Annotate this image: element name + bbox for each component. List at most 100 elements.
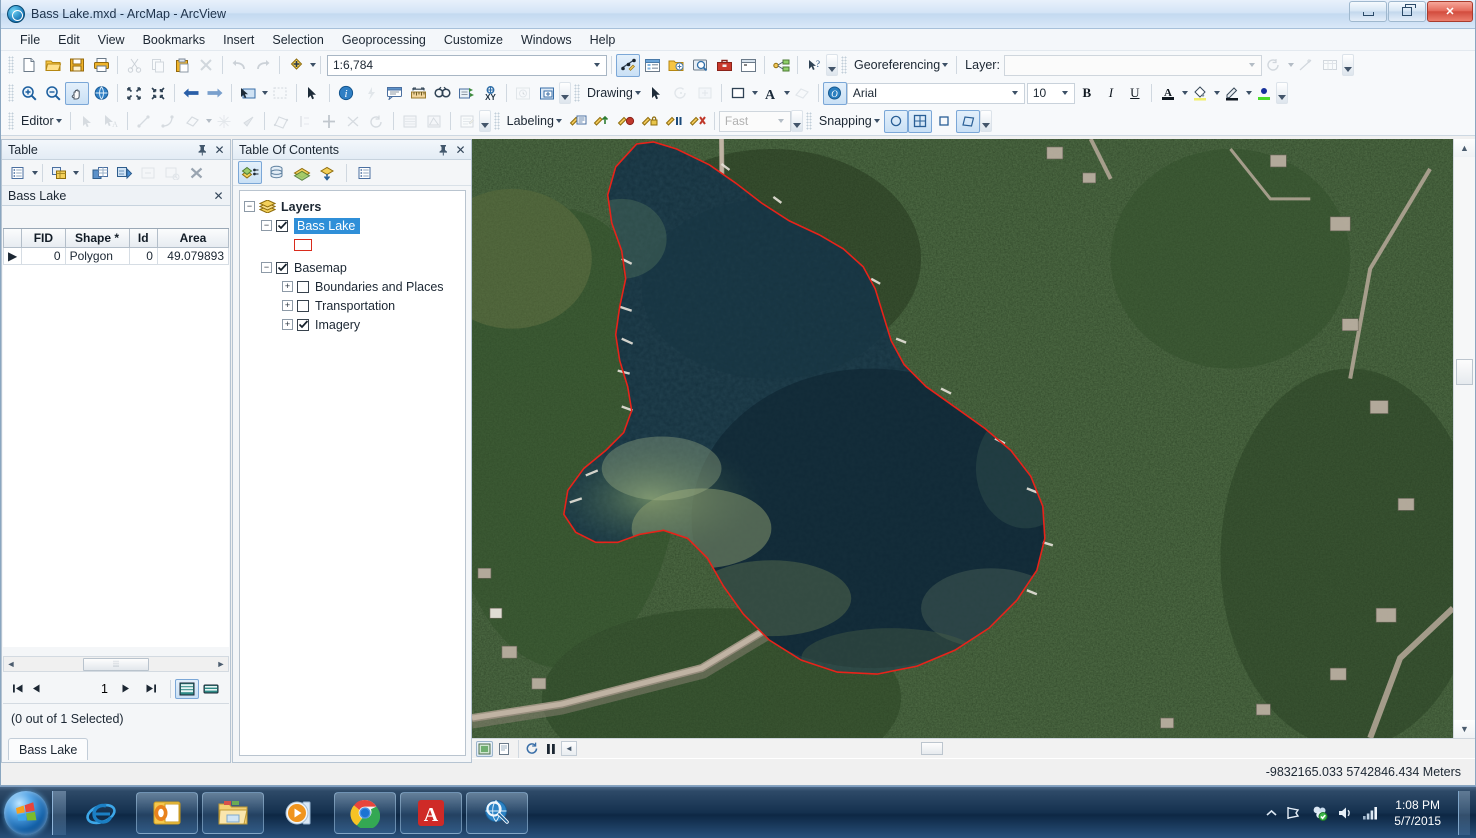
label-quality-combo[interactable]: Fast xyxy=(718,110,791,132)
internet-explorer-icon[interactable] xyxy=(70,792,132,834)
html-popup-icon[interactable] xyxy=(382,82,406,105)
tree-label-boundaries-and-places[interactable]: Boundaries and Places xyxy=(315,280,444,294)
sketch-properties-icon[interactable] xyxy=(422,110,446,133)
rotate-element-icon[interactable] xyxy=(669,82,693,105)
signal-icon[interactable] xyxy=(1362,806,1379,820)
attributes-icon[interactable] xyxy=(398,110,422,133)
standard-toolbar-overflow[interactable] xyxy=(826,54,838,76)
print-icon[interactable] xyxy=(89,54,113,77)
new-map-icon[interactable] xyxy=(17,54,41,77)
new-text-icon[interactable]: A xyxy=(758,82,782,105)
map-scale-combo[interactable]: 1:6,784 xyxy=(327,54,607,76)
start-button[interactable] xyxy=(4,790,48,835)
hyperlink-icon[interactable] xyxy=(358,82,382,105)
minimize-button[interactable] xyxy=(1349,1,1387,22)
map-scroll-left-icon[interactable]: ◄ xyxy=(561,741,577,756)
current-record-number[interactable]: 1 xyxy=(45,682,116,696)
expand-icon[interactable]: + xyxy=(282,300,293,311)
map-canvas[interactable] xyxy=(472,139,1453,738)
fixed-zoom-in-icon[interactable] xyxy=(122,82,146,105)
tree-item-imagery[interactable]: + Imagery xyxy=(244,315,461,334)
clear-selection-icon[interactable] xyxy=(160,161,184,184)
menu-insert[interactable]: Insert xyxy=(214,31,263,49)
find-icon[interactable] xyxy=(430,82,454,105)
editor-toolbar-overflow[interactable] xyxy=(478,110,491,132)
layout-view-icon[interactable] xyxy=(495,741,512,757)
drawing-menu[interactable]: Drawing xyxy=(583,84,645,102)
row-selector-header[interactable] xyxy=(2,229,23,248)
link-table-icon[interactable] xyxy=(1318,54,1342,77)
maximize-button[interactable] xyxy=(1388,1,1426,22)
outlook-icon[interactable] xyxy=(136,791,198,834)
column-header-area[interactable]: Area xyxy=(156,229,230,248)
scroll-up-icon[interactable]: ▲ xyxy=(1454,139,1475,157)
next-record-icon[interactable] xyxy=(116,680,134,698)
layer-checkbox-bass-lake[interactable] xyxy=(276,219,288,232)
toolbar-grip[interactable] xyxy=(805,112,812,130)
measure-icon[interactable] xyxy=(406,82,430,105)
georeferencing-toolbar-overflow[interactable] xyxy=(1341,54,1354,76)
zoom-to-selected-icon[interactable] xyxy=(136,161,160,184)
table-options-icon[interactable] xyxy=(6,161,30,184)
rotate-icon[interactable] xyxy=(365,110,389,133)
menu-bookmarks[interactable]: Bookmarks xyxy=(134,31,215,49)
edge-snapping-icon[interactable] xyxy=(955,109,980,133)
georeferencing-layer-combo[interactable] xyxy=(1003,54,1262,76)
tree-label-transportation[interactable]: Transportation xyxy=(315,299,395,313)
create-features-icon[interactable] xyxy=(455,110,479,133)
end-snapping-icon[interactable] xyxy=(932,110,956,133)
list-by-selection-icon[interactable] xyxy=(316,161,340,184)
show-hidden-icons-icon[interactable] xyxy=(1266,809,1277,817)
model-builder-icon[interactable] xyxy=(769,54,793,77)
column-header-shape[interactable]: Shape * xyxy=(64,229,130,248)
whats-this-icon[interactable]: ? xyxy=(802,54,826,77)
expand-icon[interactable]: + xyxy=(282,281,293,292)
menu-geoprocessing[interactable]: Geoprocessing xyxy=(333,31,435,49)
menu-file[interactable]: File xyxy=(11,31,49,49)
table-tab-bass-lake[interactable]: Bass Lake ✕ xyxy=(2,186,230,206)
font-size-combo[interactable]: 10 xyxy=(1026,82,1075,104)
font-color-icon[interactable]: A xyxy=(1156,82,1180,105)
close-button[interactable]: ✕ xyxy=(1427,1,1473,22)
edit-annotation-icon[interactable]: A xyxy=(99,110,123,133)
copy-icon[interactable] xyxy=(146,54,170,77)
select-features-icon[interactable] xyxy=(236,82,260,105)
pan-icon[interactable] xyxy=(65,81,89,105)
fixed-zoom-out-icon[interactable] xyxy=(146,82,170,105)
related-tables-icon[interactable] xyxy=(47,161,71,184)
identify-icon[interactable]: i xyxy=(334,82,358,105)
go-back-icon[interactable] xyxy=(179,82,203,105)
drawing-toolbar-overflow[interactable] xyxy=(1275,82,1288,104)
tree-item-transportation[interactable]: + Transportation xyxy=(244,296,461,315)
toolbar-grip[interactable] xyxy=(841,56,847,74)
expand-icon[interactable]: + xyxy=(282,319,293,330)
column-header-fid[interactable]: FID xyxy=(21,229,66,248)
select-elements-icon[interactable] xyxy=(645,82,669,105)
menu-selection[interactable]: Selection xyxy=(263,31,332,49)
cell-id[interactable]: 0 xyxy=(128,247,158,265)
switch-selection-icon[interactable] xyxy=(112,161,136,184)
layer-checkbox-imagery[interactable] xyxy=(297,318,309,331)
acrobat-icon[interactable]: A xyxy=(400,791,462,834)
clear-selection-icon[interactable] xyxy=(268,82,292,105)
pause-drawing-icon[interactable] xyxy=(542,741,559,757)
pause-labeling-icon[interactable] xyxy=(662,110,686,133)
link-icon[interactable] xyxy=(1294,54,1318,77)
action-center-icon[interactable] xyxy=(1286,805,1302,821)
toolbar-grip[interactable] xyxy=(493,112,500,130)
label-weight-icon[interactable] xyxy=(614,110,638,133)
pin-icon[interactable] xyxy=(436,142,451,157)
tools-toolbar-overflow[interactable] xyxy=(559,82,571,104)
search-icon[interactable] xyxy=(688,54,712,77)
construct-points-icon[interactable] xyxy=(212,110,236,133)
menu-windows[interactable]: Windows xyxy=(512,31,581,49)
split-icon[interactable] xyxy=(317,110,341,133)
layers-tree[interactable]: − Layers − Bass Lake − Basemap + Boundar… xyxy=(239,190,466,756)
go-forward-icon[interactable] xyxy=(203,82,227,105)
view-unplaced-labels-icon[interactable] xyxy=(686,110,710,133)
toolbar-grip[interactable] xyxy=(8,56,14,74)
endpoint-arc-icon[interactable] xyxy=(156,110,180,133)
collapse-icon[interactable]: − xyxy=(261,220,272,231)
undo-icon[interactable] xyxy=(227,54,251,77)
scroll-down-icon[interactable]: ▼ xyxy=(1454,720,1475,738)
